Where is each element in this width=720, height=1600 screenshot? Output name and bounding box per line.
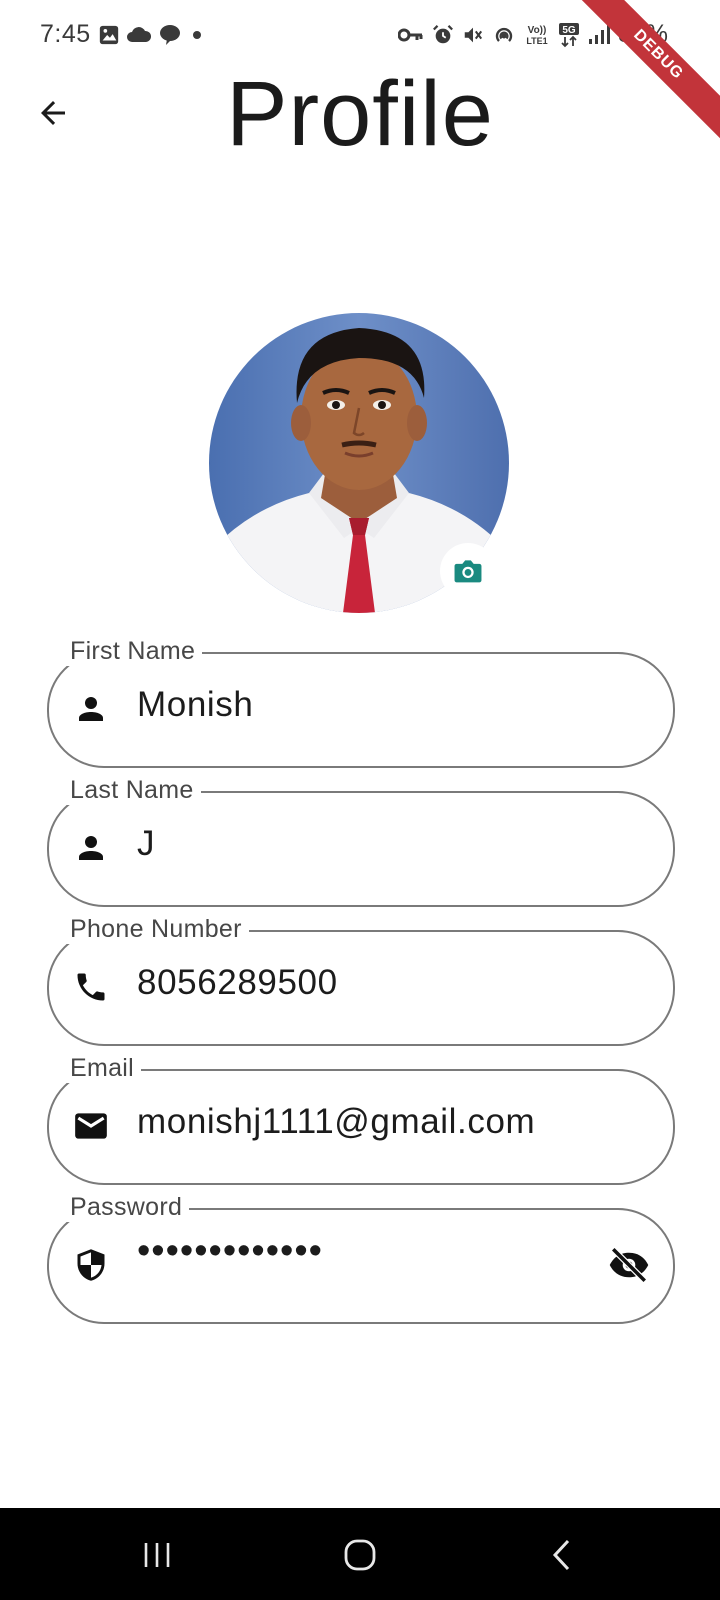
page-title: Profile	[226, 63, 494, 165]
dot-icon	[193, 31, 201, 39]
svg-text:Vo)): Vo))	[528, 25, 547, 36]
first-name-field[interactable]: First Name	[47, 636, 675, 768]
navigation-bar	[0, 1508, 720, 1600]
email-field[interactable]: Email	[47, 1053, 675, 1185]
alarm-icon	[433, 24, 453, 43]
status-left-icons	[98, 24, 206, 46]
home-button[interactable]	[330, 1530, 390, 1580]
toggle-password-visibility[interactable]	[605, 1241, 653, 1289]
signal-icon	[589, 24, 610, 44]
nav-back-button[interactable]	[532, 1530, 592, 1580]
5g-icon: 5G	[559, 22, 579, 47]
chat-icon	[160, 25, 180, 45]
back-chevron-icon	[552, 1539, 570, 1571]
recents-button[interactable]	[127, 1530, 187, 1580]
svg-text:LTE1: LTE1	[526, 36, 547, 46]
home-icon	[344, 1539, 376, 1571]
cloud-icon	[127, 27, 152, 42]
first-name-input[interactable]	[137, 685, 607, 725]
phone-number-input[interactable]	[137, 963, 607, 1003]
image-icon	[99, 25, 119, 45]
change-photo-button[interactable]	[440, 543, 496, 599]
password-field[interactable]: Password •••••••••••••	[47, 1192, 675, 1324]
password-label: Password	[63, 1192, 190, 1222]
first-name-label: First Name	[63, 636, 203, 666]
person-icon	[69, 826, 113, 870]
last-name-field[interactable]: Last Name	[47, 775, 675, 907]
volte-icon: Vo))LTE1	[526, 25, 547, 46]
email-input[interactable]	[137, 1102, 607, 1142]
last-name-label: Last Name	[63, 775, 201, 805]
svg-text:5G: 5G	[562, 25, 576, 36]
camera-icon	[454, 560, 482, 583]
recents-icon	[144, 1543, 170, 1567]
eye-off-icon	[609, 1247, 649, 1283]
mail-icon	[69, 1104, 113, 1148]
shield-icon	[69, 1243, 113, 1287]
hotspot-icon	[495, 27, 513, 42]
mute-icon	[464, 27, 483, 42]
password-input[interactable]: •••••••••••••	[137, 1230, 607, 1273]
phone-number-label: Phone Number	[63, 914, 249, 944]
last-name-input[interactable]	[137, 824, 607, 864]
phone-number-field[interactable]: Phone Number	[47, 914, 675, 1046]
phone-icon	[69, 965, 113, 1009]
key-icon	[398, 28, 423, 41]
email-label: Email	[63, 1053, 142, 1083]
status-time: 7:45	[40, 20, 91, 48]
person-icon	[69, 687, 113, 731]
